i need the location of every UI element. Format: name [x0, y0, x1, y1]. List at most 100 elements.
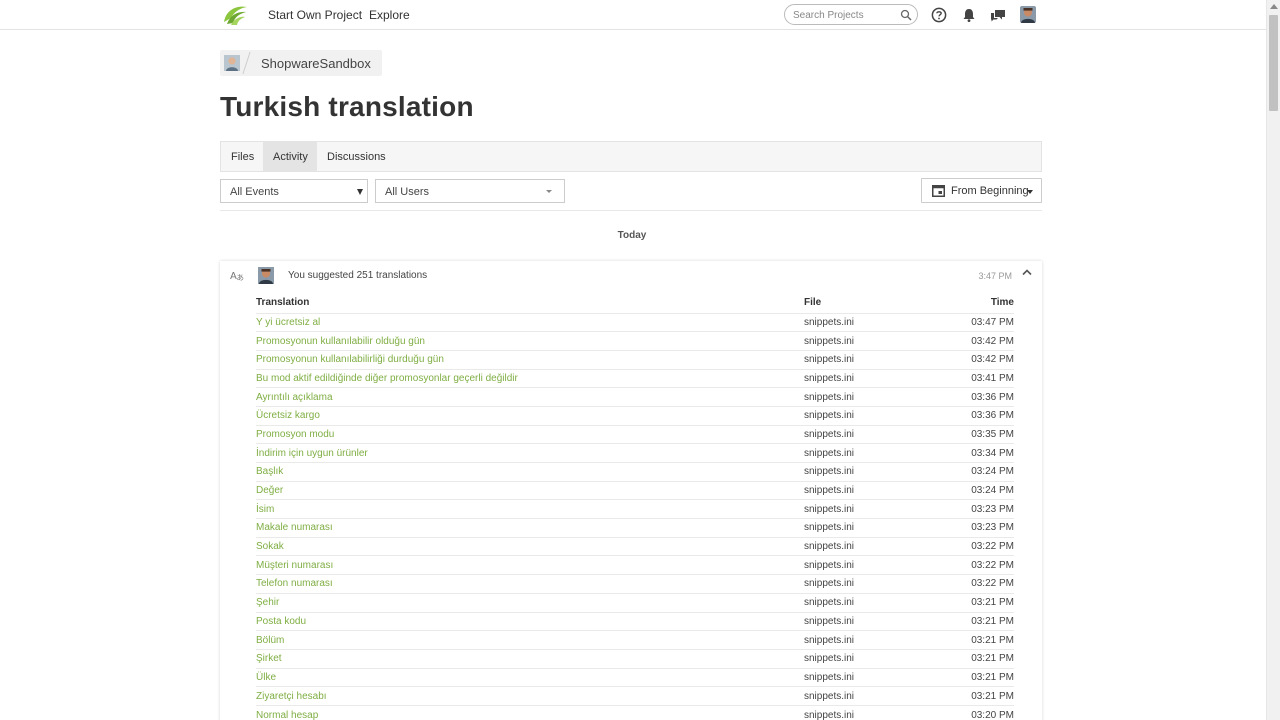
table-row: Başlık snippets.ini 03:24 PM: [256, 462, 1014, 482]
project-owner-avatar[interactable]: [224, 55, 240, 71]
search-box: [784, 4, 918, 25]
users-filter-select[interactable]: All Users: [375, 179, 565, 203]
translation-link[interactable]: Normal hesap: [256, 710, 318, 720]
translation-cell: Ayrıntılı açıklama: [256, 387, 804, 407]
translation-cell: Makale numarası: [256, 518, 804, 538]
file-cell: snippets.ini: [804, 387, 954, 407]
start-own-project-link[interactable]: Start Own Project: [268, 8, 362, 22]
translation-link[interactable]: Şirket: [256, 653, 282, 664]
svg-text:あ: あ: [237, 273, 245, 281]
search-icon[interactable]: [900, 9, 912, 21]
brand-leaf-logo[interactable]: [222, 4, 248, 26]
search-input[interactable]: [793, 8, 901, 22]
translation-cell: Sokak: [256, 536, 804, 556]
translation-cell: Bölüm: [256, 630, 804, 650]
time-cell: 03:21 PM: [954, 686, 1014, 706]
translation-link[interactable]: Bölüm: [256, 635, 284, 646]
table-row: Müşteri numarası snippets.ini 03:22 PM: [256, 555, 1014, 575]
translation-link[interactable]: Promosyonun kullanılabilir olduğu gün: [256, 336, 425, 347]
translation-link[interactable]: İsim: [256, 504, 274, 515]
translation-link[interactable]: Makale numarası: [256, 522, 333, 533]
file-cell: snippets.ini: [804, 443, 954, 463]
bell-icon[interactable]: [961, 7, 977, 23]
breadcrumb-project-link[interactable]: ShopwareSandbox: [261, 56, 371, 71]
table-row: Bu mod aktif edildiğinde diğer promosyon…: [256, 368, 1014, 388]
file-cell: snippets.ini: [804, 686, 954, 706]
file-cell: snippets.ini: [804, 405, 954, 426]
breadcrumb: ShopwareSandbox: [220, 50, 382, 76]
time-cell: 03:35 PM: [954, 424, 1014, 444]
table-row: Şehir snippets.ini 03:21 PM: [256, 592, 1014, 612]
column-header-file: File: [804, 297, 822, 308]
translation-cell: Telefon numarası: [256, 574, 804, 594]
translations-table: Translation File Time Y yi ücretsiz al sn…: [256, 297, 1014, 720]
file-cell: snippets.ini: [804, 331, 954, 351]
table-row: Ziyaretçi hesabı snippets.ini 03:21 PM: [256, 686, 1014, 706]
tab-files[interactable]: Files: [221, 142, 263, 171]
table-row: İndirim için uygun ürünler snippets.ini 03…: [256, 443, 1014, 463]
page-scrollbar[interactable]: [1266, 0, 1280, 720]
file-cell: snippets.ini: [804, 611, 954, 631]
time-cell: 03:21 PM: [954, 667, 1014, 687]
translation-link[interactable]: Müşteri numarası: [256, 560, 333, 571]
translation-link[interactable]: Promosyon modu: [256, 429, 334, 440]
chevron-down-icon: [546, 190, 552, 193]
chevron-up-icon[interactable]: [1022, 268, 1032, 276]
time-cell: 03:36 PM: [954, 387, 1014, 407]
time-cell: 03:23 PM: [954, 518, 1014, 538]
translation-cell: Promosyonun kullanılabilirliği durduğu g…: [256, 349, 804, 370]
activity-user-avatar[interactable]: [258, 267, 274, 284]
table-row: Normal hesap snippets.ini 03:20 PM: [256, 704, 1014, 720]
table-row: İsim snippets.ini 03:23 PM: [256, 499, 1014, 519]
table-row: Promosyonun kullanılabilirliği durduğu g…: [256, 349, 1014, 370]
table-row: Bölüm snippets.ini 03:21 PM: [256, 630, 1014, 650]
tab-discussions[interactable]: Discussions: [317, 142, 389, 171]
events-filter-value: All Events: [230, 186, 279, 198]
translation-cell: Promosyonun kullanılabilir olduğu gün: [256, 331, 804, 351]
translation-cell: Normal hesap: [256, 704, 804, 720]
time-cell: 03:42 PM: [954, 349, 1014, 370]
time-cell: 03:34 PM: [954, 443, 1014, 463]
file-cell: snippets.ini: [804, 518, 954, 538]
events-filter-select[interactable]: All Events: [220, 179, 368, 203]
file-cell: snippets.ini: [804, 536, 954, 556]
top-navigation-bar: Start Own Project Explore: [0, 0, 1266, 30]
translate-icon: A あ: [230, 271, 245, 281]
translation-link[interactable]: İndirim için uygun ürünler: [256, 448, 368, 459]
file-cell: snippets.ini: [804, 630, 954, 650]
activity-time: 3:47 PM: [978, 271, 1012, 281]
translation-link[interactable]: Bu mod aktif edildiğinde diğer promosyon…: [256, 373, 518, 384]
date-range-button[interactable]: From Beginning: [921, 178, 1042, 203]
table-header-row: Translation File Time: [256, 297, 1014, 313]
translation-link[interactable]: Ayrıntılı açıklama: [256, 392, 333, 403]
user-avatar[interactable]: [1020, 6, 1036, 23]
file-cell: snippets.ini: [804, 368, 954, 388]
divider: [220, 210, 1042, 211]
column-header-translation: Translation: [256, 297, 310, 308]
file-cell: snippets.ini: [804, 667, 954, 687]
translation-link[interactable]: Posta kodu: [256, 616, 306, 627]
table-row: Değer snippets.ini 03:24 PM: [256, 480, 1014, 500]
chat-icon[interactable]: [990, 7, 1006, 23]
scroll-up-arrow-icon[interactable]: [1270, 4, 1278, 9]
translation-link[interactable]: Promosyonun kullanılabilirliği durduğu g…: [256, 354, 444, 365]
translation-link[interactable]: Ücretsiz kargo: [256, 410, 320, 421]
time-cell: 03:23 PM: [954, 499, 1014, 519]
translation-link[interactable]: Y yi ücretsiz al: [256, 317, 320, 328]
translation-link[interactable]: Ülke: [256, 672, 276, 683]
translation-cell: Posta kodu: [256, 611, 804, 631]
translation-cell: İsim: [256, 499, 804, 519]
explore-link[interactable]: Explore: [369, 8, 410, 22]
help-icon[interactable]: [931, 7, 947, 23]
translation-link[interactable]: Başlık: [256, 466, 283, 477]
scrollbar-thumb[interactable]: [1269, 15, 1278, 111]
translation-link[interactable]: Sokak: [256, 541, 284, 552]
time-cell: 03:22 PM: [954, 536, 1014, 556]
translation-cell: Bu mod aktif edildiğinde diğer promosyon…: [256, 368, 804, 388]
translation-link[interactable]: Değer: [256, 485, 283, 496]
tab-activity[interactable]: Activity: [263, 142, 317, 171]
translation-link[interactable]: Ziyaretçi hesabı: [256, 691, 327, 702]
translation-link[interactable]: Telefon numarası: [256, 578, 333, 589]
translation-cell: Y yi ücretsiz al: [256, 312, 804, 332]
translation-link[interactable]: Şehir: [256, 597, 279, 608]
